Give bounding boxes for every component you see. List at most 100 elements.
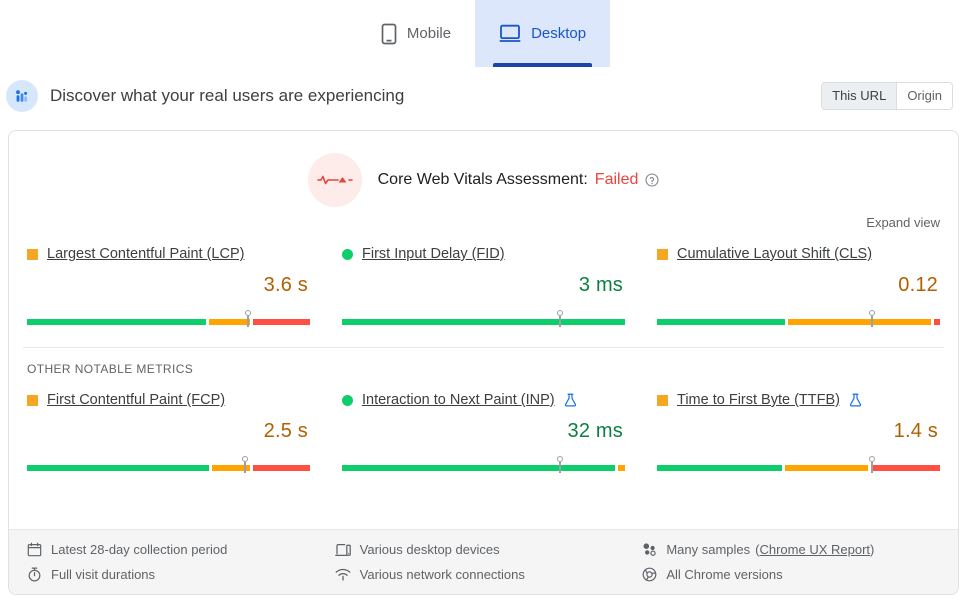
footer-item-label: Various network connections	[359, 567, 525, 582]
metric-name-link[interactable]: Time to First Byte (TTFB)	[677, 392, 840, 408]
dist-segment-red	[871, 465, 940, 471]
tab-mobile[interactable]: Mobile	[357, 0, 475, 67]
rating-circle-icon	[342, 394, 353, 406]
laptop-icon	[334, 543, 351, 557]
metric-name-link[interactable]: First Input Delay (FID)	[362, 246, 505, 262]
tab-desktop[interactable]: Desktop	[475, 0, 611, 67]
pin-stem	[871, 316, 873, 327]
distribution-bar	[27, 310, 310, 327]
footer-item-label: Full visit durations	[51, 567, 156, 582]
dist-segment-green	[657, 319, 786, 325]
dist-segment-green	[342, 319, 625, 325]
tab-desktop-label: Desktop	[531, 25, 587, 42]
metric-value: 1.4 s	[893, 420, 938, 442]
status-badge: Failed	[594, 171, 639, 188]
metric-value: 0.12	[898, 274, 938, 296]
core-metrics-grid: Largest Contentful Paint (LCP) 3.6 s First…	[9, 230, 958, 327]
chrome-ux-report-link[interactable]: Chrome UX Report	[759, 542, 870, 557]
value-marker-pin	[555, 310, 564, 327]
rating-circle-icon	[342, 248, 353, 260]
metric-value: 2.5 s	[263, 420, 308, 442]
footer-link-wrapper: (Chrome UX Report)	[755, 542, 875, 557]
discover-bar: Discover what your real users are experi…	[0, 67, 967, 124]
distribution-bar	[342, 310, 625, 327]
scope-origin-button[interactable]: Origin	[896, 82, 952, 109]
distribution-bar	[27, 456, 310, 473]
expand-view-row: Expand view	[9, 207, 958, 230]
metric-name-link[interactable]: Interaction to Next Paint (INP)	[362, 392, 555, 408]
assessment-text: Core Web Vitals Assessment: Failed	[378, 171, 660, 189]
footer-item-label: Various desktop devices	[359, 542, 500, 557]
expand-view-link[interactable]: Expand view	[866, 215, 940, 230]
value-marker-pin	[243, 310, 252, 327]
pin-stem	[559, 462, 561, 473]
other-metrics-grid: First Contentful Paint (FCP) 2.5 s Interac…	[9, 376, 958, 473]
footer-item-label: Latest 28-day collection period	[51, 542, 228, 557]
value-marker-pin	[868, 456, 877, 473]
pin-stem	[246, 316, 249, 327]
metric-value: 32 ms	[567, 420, 623, 442]
distribution-bar	[657, 456, 940, 473]
footer-item-laptop: Various desktop devices	[334, 542, 633, 557]
help-circle-icon[interactable]	[645, 173, 659, 187]
metric-header: Interaction to Next Paint (INP)	[342, 390, 625, 410]
scope-toggle: This URL Origin	[821, 81, 953, 110]
calendar-icon	[27, 542, 42, 557]
metric-value: 3 ms	[578, 274, 623, 296]
real-user-data-icon	[6, 79, 38, 112]
dist-segment-green	[657, 465, 783, 471]
chrome-icon	[642, 567, 657, 582]
dist-segment-green	[342, 465, 615, 471]
footer-item-stopwatch: Full visit durations	[27, 567, 325, 582]
metric-fid: First Input Delay (FID) 3 ms	[338, 244, 629, 327]
pulse-line-icon	[307, 153, 362, 207]
samples-icon	[642, 542, 657, 557]
core-web-vitals-assessment: Core Web Vitals Assessment: Failed	[9, 131, 958, 207]
footer-item-calendar: Latest 28-day collection period	[27, 542, 325, 557]
metric-name-link[interactable]: First Contentful Paint (FCP)	[47, 392, 225, 408]
metric-header: Largest Contentful Paint (LCP)	[27, 244, 310, 264]
metric-name-link[interactable]: Largest Contentful Paint (LCP)	[47, 246, 244, 262]
dist-segment-green	[27, 465, 209, 471]
dist-segment-orange	[785, 465, 869, 471]
dist-segment-orange	[788, 319, 931, 325]
dist-segment-red	[933, 319, 940, 325]
assessment-label: Core Web Vitals Assessment:	[377, 171, 588, 188]
pin-stem	[871, 462, 873, 473]
distribution-bar	[342, 456, 625, 473]
experimental-flask-icon[interactable]	[849, 393, 862, 407]
rating-square-icon	[657, 394, 668, 406]
footer-item-label: All Chrome versions	[666, 567, 783, 582]
data-source-footer: Latest 28-day collection period Various d…	[9, 529, 958, 594]
footer-item-samples: Many samples (Chrome UX Report)	[642, 542, 940, 557]
value-marker-pin	[555, 456, 564, 473]
metric-header: Cumulative Layout Shift (CLS)	[657, 244, 940, 264]
metric-header: First Contentful Paint (FCP)	[27, 390, 310, 410]
stopwatch-icon	[27, 567, 42, 582]
value-marker-pin	[868, 310, 877, 327]
experimental-flask-icon[interactable]	[564, 393, 577, 407]
scope-this-url-button[interactable]: This URL	[822, 82, 897, 109]
rating-square-icon	[27, 394, 38, 406]
discover-title: Discover what your real users are experi…	[50, 85, 405, 105]
metric-header: First Input Delay (FID)	[342, 244, 625, 264]
field-data-card: Core Web Vitals Assessment: Failed Expan…	[8, 130, 959, 595]
distribution-bar	[657, 310, 940, 327]
tab-mobile-label: Mobile	[406, 25, 452, 42]
dist-segment-red	[252, 319, 310, 325]
metric-inp: Interaction to Next Paint (INP) 32 ms	[338, 390, 629, 473]
dist-segment-red	[252, 465, 310, 471]
metric-header: Time to First Byte (TTFB)	[657, 390, 940, 410]
device-tab-bar: Mobile Desktop	[0, 0, 967, 67]
footer-item-chrome: All Chrome versions	[642, 567, 940, 582]
rating-square-icon	[27, 248, 38, 260]
footer-item-wifi: Various network connections	[335, 567, 633, 582]
metric-name-link[interactable]: Cumulative Layout Shift (CLS)	[677, 246, 872, 262]
footer-item-label: Many samples	[666, 542, 751, 557]
metric-value: 3.6 s	[263, 274, 308, 296]
wifi-icon	[335, 568, 351, 581]
metric-ttfb: Time to First Byte (TTFB) 1.4 s	[653, 390, 944, 473]
metric-lcp: Largest Contentful Paint (LCP) 3.6 s	[23, 244, 314, 327]
metric-cls: Cumulative Layout Shift (CLS) 0.12	[653, 244, 944, 327]
pin-stem	[559, 316, 561, 327]
